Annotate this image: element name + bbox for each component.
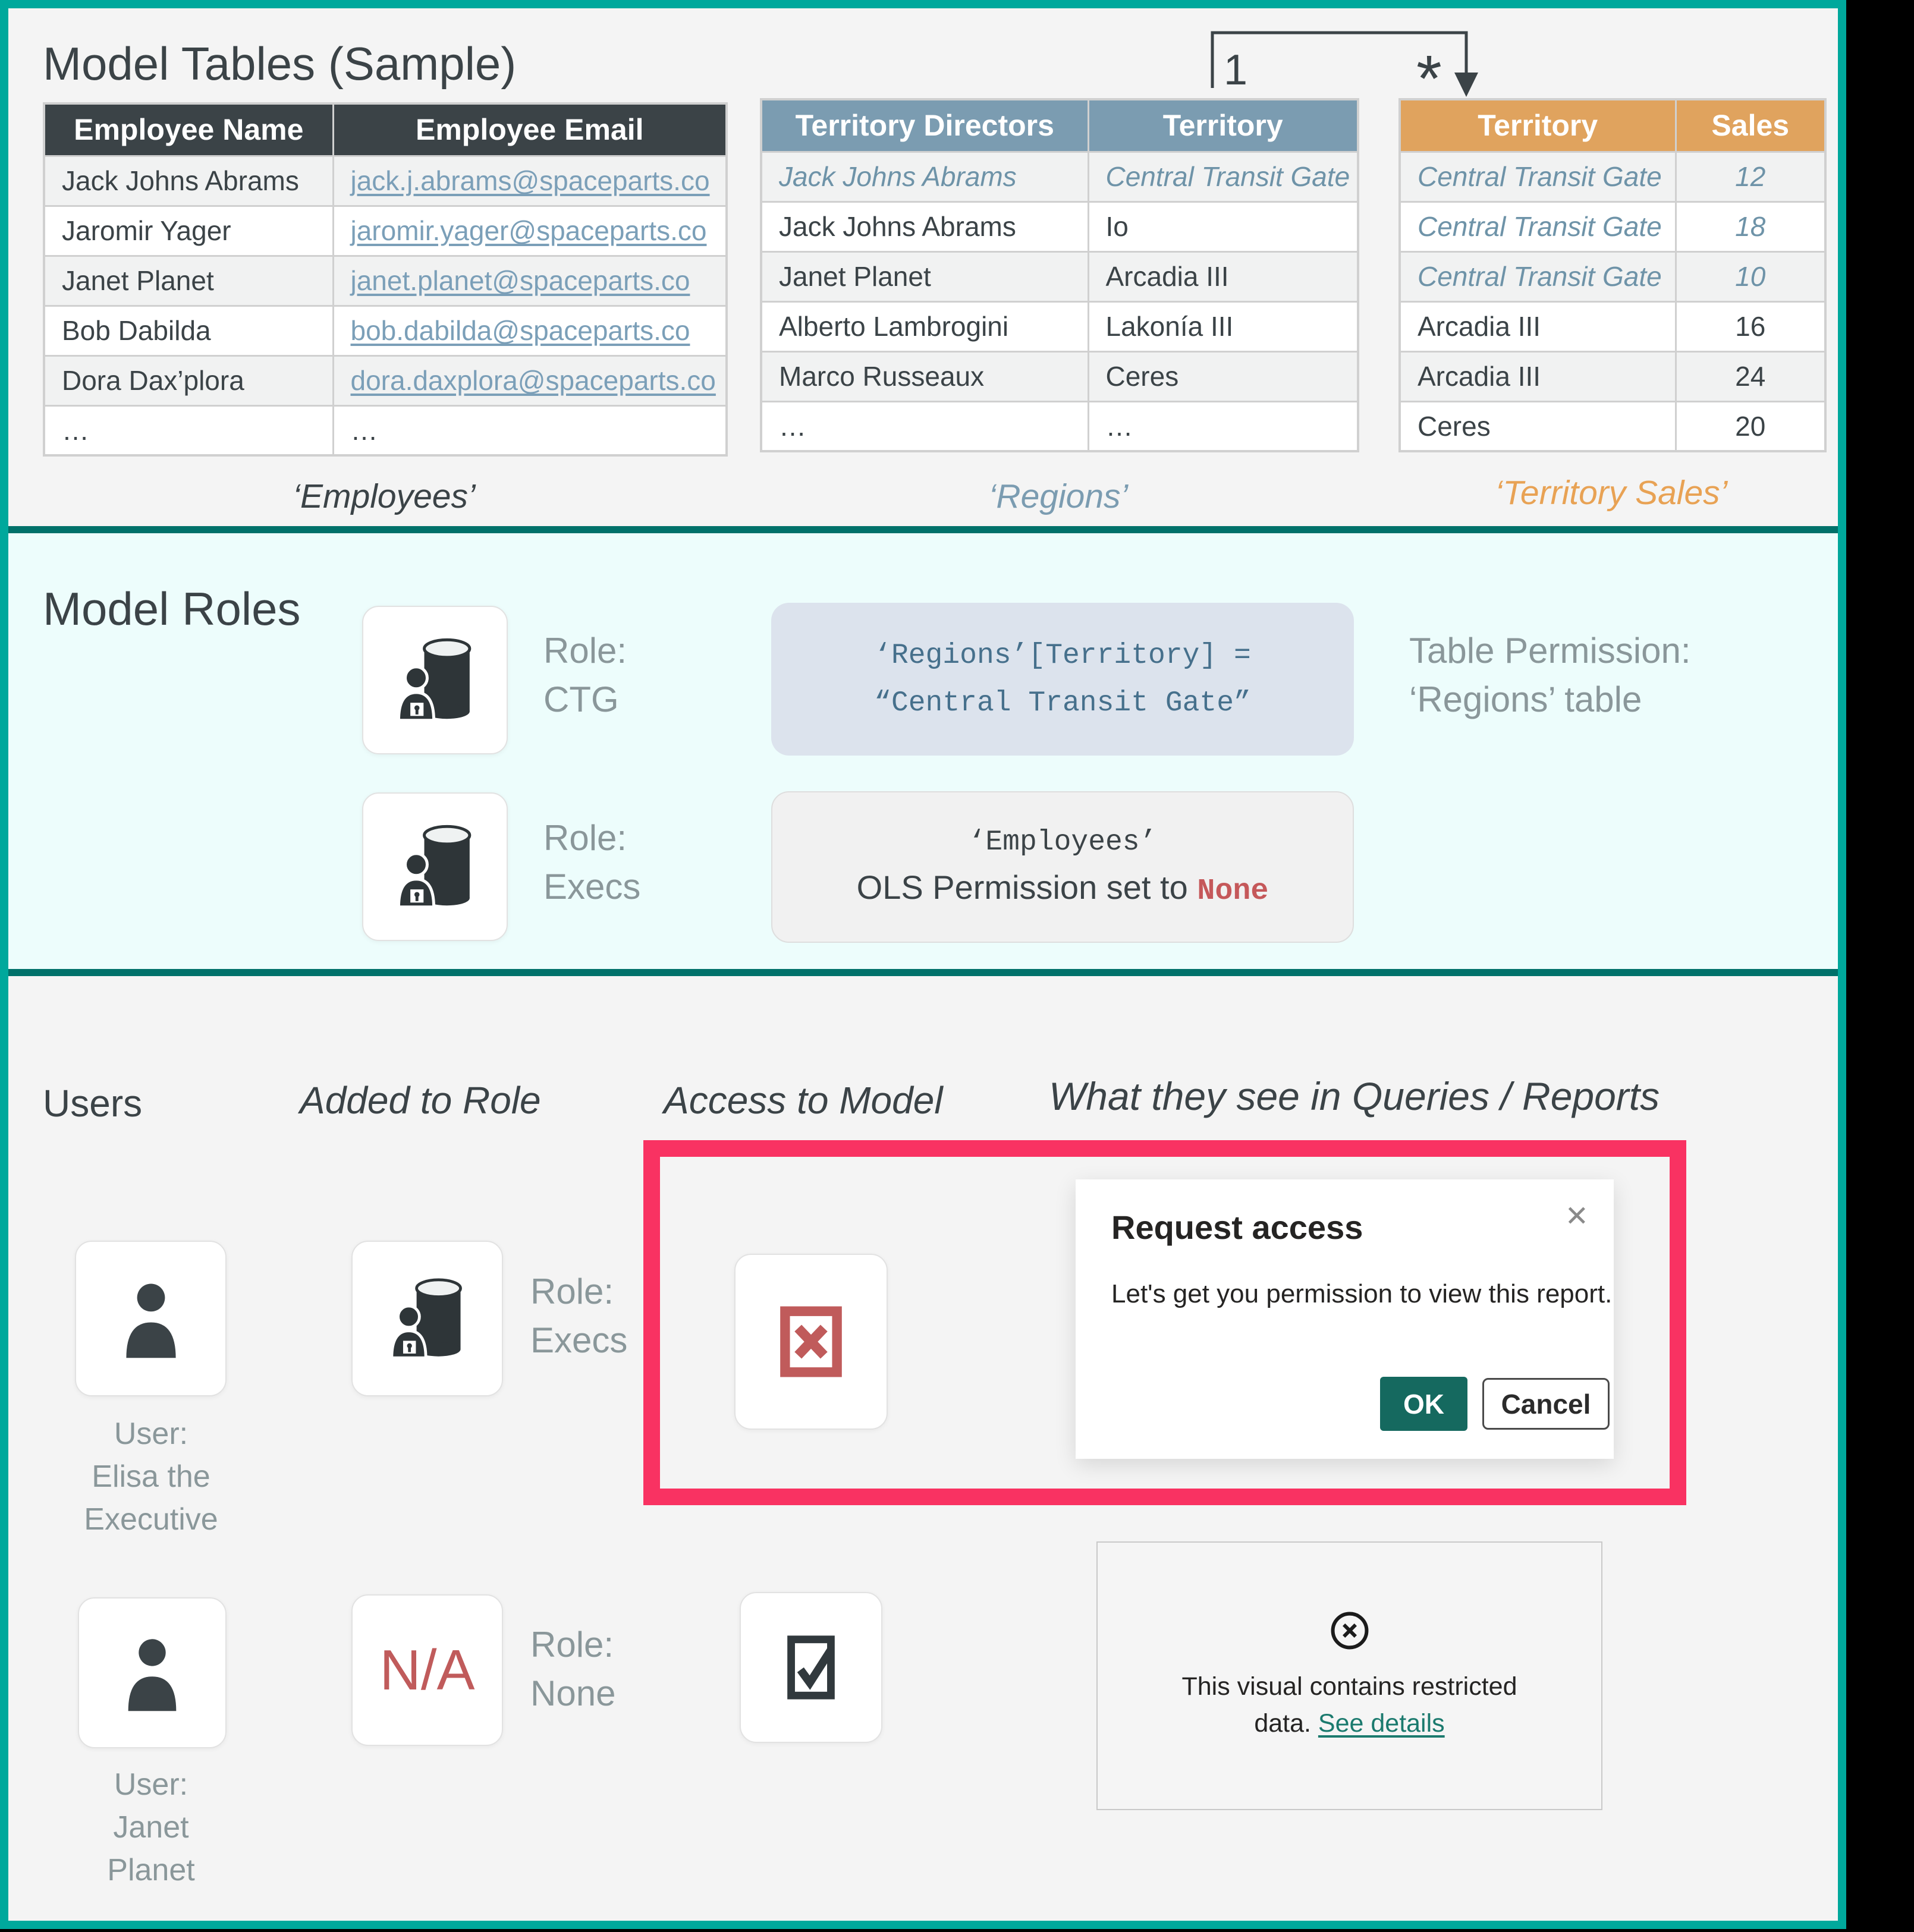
see-details-link[interactable]: See details: [1318, 1709, 1445, 1738]
table-row: Janet Planetjanet.planet@spaceparts.co: [44, 256, 727, 306]
email-link[interactable]: janet.planet@spaceparts.co: [351, 265, 690, 296]
ok-button[interactable]: OK: [1380, 1377, 1467, 1431]
employees-table: Employee Name Employee Email Jack Johns …: [43, 102, 728, 457]
territory-sales-table: Territory Sales Central Transit Gate12 C…: [1398, 98, 1827, 452]
table-row: Jack Johns AbramsCentral Transit Gate: [761, 152, 1358, 202]
role-execs-label: Role: Execs: [543, 814, 640, 911]
model-tables-title: Model Tables (Sample): [43, 37, 516, 91]
row2-role-label: Role: None: [530, 1621, 615, 1718]
table-row: Ceres20: [1400, 401, 1825, 451]
email-link[interactable]: jack.j.abrams@spaceparts.co: [351, 165, 710, 196]
added-to-role-column-header: Added to Role: [300, 1078, 541, 1122]
table-row: Central Transit Gate10: [1400, 251, 1825, 301]
user-elisa-label: User: Elisa the Executive: [50, 1412, 252, 1541]
close-icon[interactable]: ✕: [1565, 1200, 1589, 1233]
employees-col-name: Employee Name: [44, 103, 333, 156]
table-row: Arcadia III16: [1400, 301, 1825, 351]
cardinality-one-label: 1: [1224, 46, 1247, 94]
dialog-title: Request access: [1111, 1208, 1363, 1247]
model-roles-title: Model Roles: [43, 582, 301, 636]
added-role-execs-card: [351, 1241, 503, 1396]
access-granted-card: [740, 1592, 882, 1743]
cancel-button[interactable]: Cancel: [1482, 1378, 1610, 1430]
table-row: Jaromir Yagerjaromir.yager@spaceparts.co: [44, 206, 727, 256]
ols-none-value: None: [1197, 874, 1268, 908]
user-elisa-card: [75, 1241, 227, 1396]
table-row: Bob Dabildabob.dabilda@spaceparts.co: [44, 306, 727, 355]
sales-table-caption: ‘Territory Sales’: [1398, 473, 1824, 512]
role-ctg-label: Role: CTG: [543, 627, 627, 724]
table-row: Jack Johns Abramsjack.j.abrams@spacepart…: [44, 156, 727, 206]
table-row: ……: [761, 401, 1358, 451]
na-label: N/A: [379, 1638, 474, 1703]
users-column-header: Users: [43, 1081, 142, 1125]
table-row: Arcadia III24: [1400, 351, 1825, 401]
sales-col-sales: Sales: [1676, 99, 1825, 152]
request-access-dialog: Request access ✕ Let's get you permissio…: [1076, 1179, 1614, 1459]
database-role-icon: [391, 819, 480, 914]
user-icon: [115, 1631, 190, 1714]
regions-col-territory: Territory: [1088, 99, 1358, 152]
row1-role-label: Role: Execs: [530, 1267, 627, 1365]
email-link[interactable]: jaromir.yager@spaceparts.co: [351, 215, 707, 246]
one-to-many-relationship-connector: 1 *: [1198, 18, 1489, 104]
checked-checkbox-icon: [781, 1632, 841, 1703]
employees-col-email: Employee Email: [333, 103, 727, 156]
table-row: Alberto LambroginiLakonía III: [761, 301, 1358, 351]
cardinality-many-label: *: [1416, 42, 1442, 104]
table-row: Jack Johns AbramsIo: [761, 202, 1358, 251]
added-role-na-card: N/A: [351, 1594, 503, 1746]
x-box-denied-icon: [778, 1306, 844, 1377]
email-link[interactable]: bob.dabilda@spaceparts.co: [351, 315, 690, 346]
user-janet-label: User: Janet Planet: [50, 1763, 252, 1892]
database-role-icon: [391, 633, 480, 728]
regions-col-directors: Territory Directors: [761, 99, 1088, 152]
regions-table: Territory Directors Territory Jack Johns…: [760, 98, 1359, 452]
rls-dax-filter-box: ‘Regions’[Territory] = “Central Transit …: [771, 603, 1354, 756]
dialog-body-text: Let's get you permission to view this re…: [1111, 1279, 1612, 1309]
sales-col-territory: Territory: [1400, 99, 1676, 152]
user-icon: [112, 1275, 190, 1362]
table-row: ……: [44, 405, 727, 455]
employees-table-caption: ‘Employees’: [43, 477, 725, 516]
regions-table-caption: ‘Regions’: [760, 477, 1357, 516]
table-permission-note: Table Permission: ‘Regions’ table: [1409, 627, 1691, 724]
error-circle-x-icon: [1329, 1610, 1371, 1651]
queries-reports-column-header: What they see in Queries / Reports: [1049, 1074, 1660, 1119]
table-row: Dora Dax’ploradora.daxplora@spaceparts.c…: [44, 355, 727, 405]
email-link[interactable]: dora.daxplora@spaceparts.co: [351, 365, 716, 396]
user-janet-card: [78, 1597, 227, 1748]
table-row: Janet PlanetArcadia III: [761, 251, 1358, 301]
table-row: Central Transit Gate18: [1400, 202, 1825, 251]
table-row: Central Transit Gate12: [1400, 152, 1825, 202]
access-denied-card: [734, 1254, 888, 1430]
access-to-model-column-header: Access to Model: [664, 1078, 943, 1122]
role-execs-card: [362, 792, 508, 941]
ols-permission-box: ‘Employees’ OLS Permission set to None: [771, 791, 1354, 943]
table-row: Marco RusseauxCeres: [761, 351, 1358, 401]
restricted-message: This visual contains restricted data. Se…: [1182, 1668, 1517, 1742]
restricted-data-visual: This visual contains restricted data. Se…: [1096, 1541, 1602, 1810]
database-role-icon: [384, 1273, 470, 1365]
diagram-frame: Model Tables (Sample) Employee Name Empl…: [0, 0, 1846, 1929]
role-ctg-card: [362, 606, 508, 754]
